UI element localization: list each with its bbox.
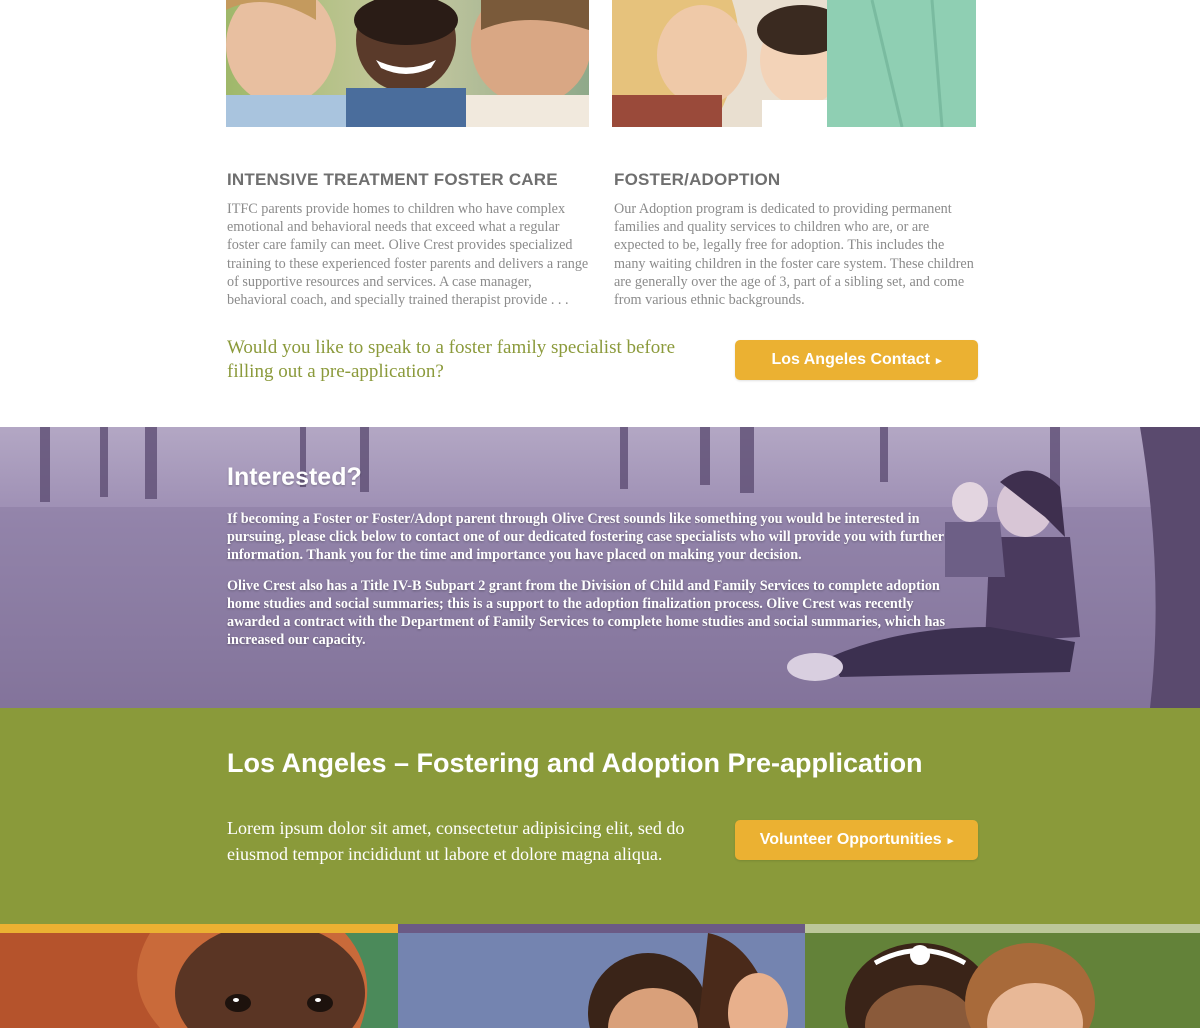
preapplication-section: Los Angeles – Fostering and Adoption Pre…: [0, 708, 1200, 924]
family-photo-right: [612, 0, 976, 127]
interested-content: Interested? If becoming a Foster or Fost…: [227, 463, 957, 661]
button-label: Los Angeles Contact: [771, 351, 930, 368]
family-photo-left: [226, 0, 589, 127]
los-angeles-contact-button[interactable]: Los Angeles Contact ▸: [735, 340, 978, 380]
interested-paragraph: If becoming a Foster or Foster/Adopt par…: [227, 511, 944, 564]
play-arrow-icon: ▸: [947, 834, 954, 847]
program-foster-adoption: FOSTER/ADOPTION Our Adoption program is …: [614, 170, 976, 309]
tile-color-bar: [398, 924, 805, 933]
tile-color-bar: [805, 924, 1200, 933]
mother-son-photo: [398, 933, 805, 1028]
program-itfc: INTENSIVE TREATMENT FOSTER CARE ITFC par…: [227, 170, 589, 309]
tile-color-bar: [0, 924, 398, 933]
program-description: Our Adoption program is dedicated to pro…: [614, 201, 974, 309]
mother-daughter-photo: [805, 933, 1200, 1028]
baby-photo: [0, 933, 398, 1028]
program-title: INTENSIVE TREATMENT FOSTER CARE: [227, 170, 558, 189]
play-arrow-icon: ▸: [936, 354, 942, 367]
preapplication-text: Lorem ipsum dolor sit amet, consectetur …: [227, 818, 685, 864]
volunteer-opportunities-button[interactable]: Volunteer Opportunities ▸: [735, 820, 978, 860]
button-label: Volunteer Opportunities: [759, 831, 942, 848]
specialist-question: Would you like to speak to a foster fami…: [227, 337, 676, 382]
program-title: FOSTER/ADOPTION: [614, 170, 781, 189]
preapplication-heading: Los Angeles – Fostering and Adoption Pre…: [227, 748, 923, 778]
photo-tile[interactable]: [805, 924, 1200, 1028]
photo-tile[interactable]: [0, 924, 398, 1028]
interested-paragraph: Olive Crest also has a Title IV-B Subpar…: [227, 577, 945, 649]
photo-tile[interactable]: [398, 924, 805, 1028]
interested-section: Interested? If becoming a Foster or Fost…: [0, 427, 1200, 708]
interested-heading: Interested?: [227, 463, 362, 491]
program-description: ITFC parents provide homes to children w…: [227, 201, 589, 309]
